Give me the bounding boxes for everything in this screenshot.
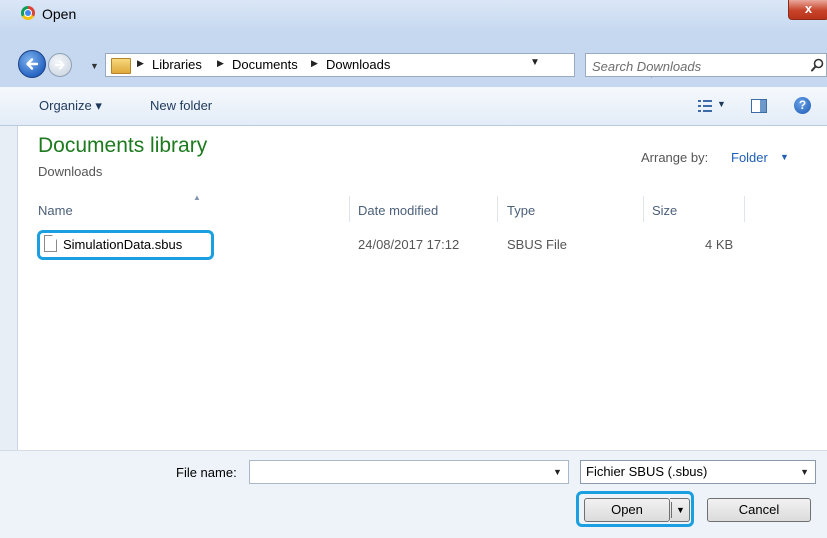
forward-arrow-icon [55,60,65,70]
chrome-app-icon [21,6,35,20]
open-button[interactable]: Open [584,498,670,522]
search-icon[interactable] [811,58,824,72]
file-name-label: File name: [176,465,237,480]
arrange-by-dropdown[interactable]: Folder [731,150,768,165]
file-size: 4 KB [705,237,734,252]
chevron-down-icon[interactable]: ▼ [780,152,789,162]
sort-ascending-icon: ▲ [193,193,201,202]
new-folder-button[interactable]: New folder [150,98,212,113]
history-dropdown-icon[interactable]: ▼ [90,61,99,71]
column-header-date[interactable]: Date modified [358,203,438,218]
view-dropdown-icon[interactable]: ▼ [717,99,726,109]
file-name-input[interactable] [249,460,569,484]
library-subtitle: Downloads [38,164,103,179]
breadcrumb-libraries[interactable]: Libraries [152,57,202,72]
chevron-down-icon: ▼ [676,505,685,515]
forward-button[interactable] [48,53,72,77]
breadcrumb-arrow-icon[interactable]: ▶ [217,58,224,69]
column-divider[interactable] [643,196,644,222]
folder-icon [111,58,131,74]
navigation-pane-edge [0,126,18,456]
breadcrumb-documents[interactable]: Documents [232,57,298,72]
back-arrow-icon [26,58,39,70]
chevron-down-icon: ▼ [800,467,809,477]
search-input[interactable] [590,56,794,76]
breadcrumb-downloads[interactable]: Downloads [326,57,390,72]
file-type-value: Fichier SBUS (.sbus) [586,464,708,479]
column-header-name[interactable]: Name [38,203,73,218]
column-divider[interactable] [349,196,350,222]
back-button[interactable] [18,50,46,78]
cancel-button[interactable]: Cancel [707,498,811,522]
preview-pane-icon[interactable] [751,99,767,113]
column-divider[interactable] [744,196,745,222]
file-name[interactable]: SimulationData.sbus [63,237,182,252]
arrange-by-label: Arrange by: [641,150,709,165]
file-date: 24/08/2017 17:12 [358,237,460,252]
file-name-dropdown-icon[interactable]: ▼ [553,467,562,477]
column-divider[interactable] [497,196,498,222]
breadcrumb-arrow-icon[interactable]: ▶ [137,58,144,69]
help-icon[interactable]: ? [794,97,811,114]
organize-button[interactable]: Organize ▾ [39,98,102,114]
column-header-size[interactable]: Size [652,203,677,218]
search-box[interactable] [585,53,827,77]
breadcrumb-arrow-icon[interactable]: ▶ [311,58,318,69]
column-header-type[interactable]: Type [507,203,535,218]
split-divider [671,502,672,518]
library-title: Documents library [38,134,208,157]
address-dropdown-icon[interactable]: ▼ [530,57,540,68]
view-options-icon[interactable] [698,99,712,113]
close-button[interactable]: x [788,0,827,20]
address-bar[interactable]: ▶ Libraries ▶ Documents ▶ Downloads ▼ ⇆ [105,53,672,78]
title-bar [0,0,827,31]
window-title: Open [42,6,77,22]
file-type-select[interactable]: Fichier SBUS (.sbus) ▼ [580,460,816,484]
file-type: SBUS File [507,237,567,252]
file-icon [44,235,57,252]
